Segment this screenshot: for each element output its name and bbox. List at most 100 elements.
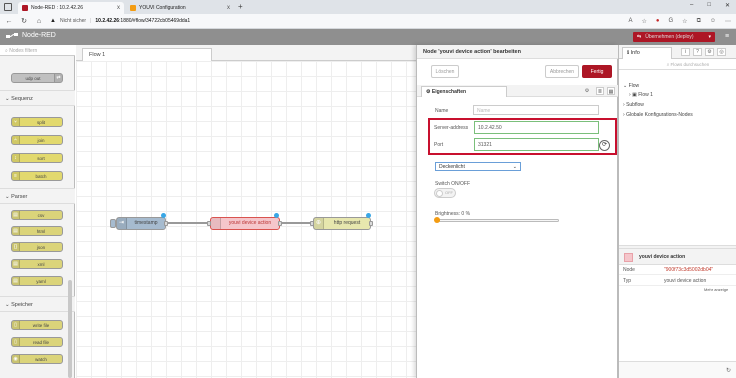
- input-port[interactable]: [207, 221, 211, 226]
- description-icon[interactable]: ≣: [596, 87, 604, 95]
- help-tab-icon[interactable]: ?: [693, 48, 702, 56]
- tree-item-flow-1[interactable]: › ▣ Flow 1: [629, 92, 653, 98]
- favorite-icon[interactable]: ☆: [641, 18, 646, 25]
- palette-node-join[interactable]: ⑃ join: [11, 135, 63, 145]
- extension-icon[interactable]: ●: [656, 18, 660, 24]
- flow-search-input[interactable]: ⌕ Flows durchsuchen: [619, 59, 736, 70]
- youvi-favicon-icon: [130, 5, 136, 11]
- info-tab-icon[interactable]: i: [681, 48, 690, 56]
- flow-node-label: youvi device action: [228, 220, 272, 226]
- tab-title: YOUVI Configuration: [139, 5, 186, 11]
- done-button[interactable]: Fertig: [582, 65, 612, 78]
- tab-label: Eigenschaften: [431, 89, 467, 95]
- tab-info[interactable]: ℹ Info: [622, 47, 672, 59]
- minimize-icon[interactable]: –: [690, 2, 693, 9]
- search-icon: ⌕: [5, 48, 8, 54]
- category-storage[interactable]: ⌄ Speicher: [0, 296, 75, 312]
- palette-node-write-file[interactable]: ▯ write file: [11, 320, 63, 330]
- flow-node-timestamp[interactable]: ⇥ timestamp: [116, 217, 166, 230]
- palette-node-batch[interactable]: ≡ batch: [11, 171, 63, 181]
- browser-tab-nodered[interactable]: Node-RED : 10.2.42.26 x: [18, 2, 124, 14]
- warning-icon: ▲: [50, 18, 56, 24]
- category-parser[interactable]: ⌄ Parser: [0, 188, 75, 204]
- close-tab-icon[interactable]: x: [227, 5, 230, 11]
- globe-icon: ⊕: [314, 218, 324, 229]
- favorites-list-icon[interactable]: ☆: [682, 18, 687, 25]
- flow-node-label: timestamp: [134, 220, 158, 226]
- info-value: youvi device action: [664, 278, 707, 284]
- tree-item-subflow[interactable]: › Subflow: [623, 102, 644, 108]
- search-icon: ⌕: [666, 62, 670, 67]
- back-icon[interactable]: ←: [5, 18, 13, 25]
- flow-node-http-request[interactable]: ⊕ http request: [313, 217, 371, 230]
- home-icon[interactable]: ⌂: [35, 18, 43, 25]
- url-field[interactable]: ▲ Nicht sicher | 10.2.42.26:1880/#flow/3…: [50, 18, 190, 24]
- tab-properties[interactable]: ⚙ Eigenschaften: [421, 86, 507, 97]
- category-sequence[interactable]: ⌄ Sequenz: [0, 90, 75, 106]
- chevron-right-icon: ›: [623, 102, 625, 108]
- refresh-icon[interactable]: ↻: [726, 367, 731, 374]
- switch-toggle[interactable]: OFF: [434, 188, 456, 198]
- edit-tray: Node 'youvi device action' bearbeiten Lö…: [416, 45, 619, 378]
- output-port[interactable]: [164, 221, 168, 226]
- palette-search-input[interactable]: ⌕ Nodes filtern: [0, 45, 75, 56]
- url-host: 10.2.42.26: [95, 18, 120, 24]
- refresh-icon[interactable]: ⟳: [599, 140, 610, 151]
- tree-label: Flow: [628, 83, 640, 89]
- more-icon[interactable]: ⋯: [725, 18, 731, 25]
- palette-node-xml[interactable]: ▤ xml: [11, 259, 63, 269]
- browser-tab-youvi[interactable]: YOUVI Configuration x: [126, 2, 234, 14]
- settings-icon[interactable]: ⚙: [583, 87, 591, 95]
- palette-node-sort[interactable]: ↕ sort: [11, 153, 63, 163]
- delete-button[interactable]: Löschen: [431, 65, 459, 78]
- maximize-icon[interactable]: □: [707, 2, 711, 9]
- inject-button[interactable]: [110, 219, 116, 228]
- output-port[interactable]: [369, 221, 373, 226]
- new-tab-button[interactable]: +: [238, 2, 243, 11]
- window-menu-icon[interactable]: [4, 3, 12, 11]
- palette-node-read-file[interactable]: ▯ read file: [11, 337, 63, 347]
- read-aloud-icon[interactable]: A: [628, 18, 632, 24]
- input-port[interactable]: [310, 221, 314, 226]
- close-tab-icon[interactable]: x: [117, 5, 120, 11]
- status-dot: [274, 213, 279, 218]
- info-value: "900f73c3d5002db04": [664, 267, 714, 273]
- tree-label: Flow 1: [638, 92, 653, 98]
- flow-canvas[interactable]: ⇥ timestamp youvi device action ⊕ http r…: [76, 61, 416, 378]
- nodered-logo-icon: [6, 33, 18, 38]
- tree-label: Globale Konfigurations-Nodes: [626, 112, 693, 118]
- name-field[interactable]: Name: [473, 105, 599, 115]
- chevron-right-icon: ›: [629, 92, 631, 98]
- config-tab-icon[interactable]: ⚙: [705, 48, 714, 56]
- close-window-icon[interactable]: ✕: [725, 2, 730, 9]
- deploy-button[interactable]: ⇆ Übernehmen (deploy) ▾: [633, 32, 715, 42]
- palette-node-watch[interactable]: ◉ watch: [11, 354, 63, 364]
- palette-node-udp-out[interactable]: udp out ⇄: [11, 73, 63, 83]
- context-tab-icon[interactable]: ◎: [717, 48, 726, 56]
- flow-node-youvi-device-action[interactable]: youvi device action: [210, 217, 280, 230]
- refresh-extension-icon[interactable]: G: [669, 18, 674, 24]
- palette-node-html[interactable]: ▤ html: [11, 226, 63, 236]
- parser-icon: ▤: [12, 260, 20, 268]
- brightness-slider-handle[interactable]: [434, 217, 440, 223]
- flow-icon: ▣: [632, 92, 637, 98]
- palette-node-yaml[interactable]: ▤ yaml: [11, 276, 63, 286]
- device-select[interactable]: Deckenlicht ⌄: [435, 162, 521, 171]
- reload-icon[interactable]: ↻: [20, 17, 28, 25]
- tree-item-flow[interactable]: ⌄ Flow: [623, 83, 639, 89]
- palette-node-json[interactable]: {} json: [11, 242, 63, 252]
- deploy-dropdown-icon[interactable]: ▾: [708, 34, 711, 40]
- collections-icon[interactable]: ⧉: [697, 18, 701, 25]
- tab-flow-1[interactable]: Flow 1: [82, 48, 212, 61]
- output-port[interactable]: [278, 221, 282, 226]
- profile-icon[interactable]: ☺: [710, 18, 716, 24]
- palette-node-split[interactable]: ⑂ split: [11, 117, 63, 127]
- palette-node-csv[interactable]: ▤ csv: [11, 210, 63, 220]
- show-more-link[interactable]: Mehr anzeige: [704, 287, 728, 292]
- brightness-slider[interactable]: [437, 219, 559, 222]
- cancel-button[interactable]: Abbrechen: [545, 65, 579, 78]
- tree-item-global-config[interactable]: › Globale Konfigurations-Nodes: [623, 112, 693, 118]
- main-menu-button[interactable]: ≡: [721, 32, 733, 42]
- appearance-icon[interactable]: ▦: [607, 87, 615, 95]
- palette-scrollbar[interactable]: [68, 280, 72, 378]
